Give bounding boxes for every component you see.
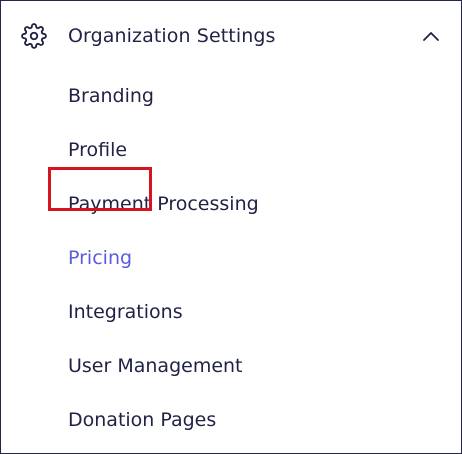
menu-item-pricing[interactable]: Pricing: [1, 231, 461, 285]
organization-settings-header[interactable]: Organization Settings: [1, 1, 461, 71]
settings-submenu: Branding Profile Payment Processing Pric…: [1, 69, 461, 447]
menu-item-label: User Management: [68, 355, 243, 377]
menu-item-label: Pricing: [68, 247, 133, 269]
settings-panel: Organization Settings Branding Profile P…: [0, 0, 462, 454]
menu-item-user-management[interactable]: User Management: [1, 339, 461, 393]
menu-item-label: Payment Processing: [68, 193, 259, 215]
menu-item-label: Donation Pages: [68, 409, 217, 431]
menu-item-label: Branding: [68, 85, 154, 107]
section-title: Organization Settings: [68, 25, 276, 47]
menu-item-payment-processing[interactable]: Payment Processing: [1, 177, 461, 231]
menu-item-donation-pages[interactable]: Donation Pages: [1, 393, 461, 447]
menu-item-profile[interactable]: Profile: [1, 123, 461, 177]
gear-icon: [21, 23, 47, 49]
menu-item-label: Profile: [68, 139, 128, 161]
menu-item-integrations[interactable]: Integrations: [1, 285, 461, 339]
menu-item-label: Integrations: [68, 301, 183, 323]
menu-item-branding[interactable]: Branding: [1, 69, 461, 123]
chevron-up-icon[interactable]: [419, 25, 443, 49]
